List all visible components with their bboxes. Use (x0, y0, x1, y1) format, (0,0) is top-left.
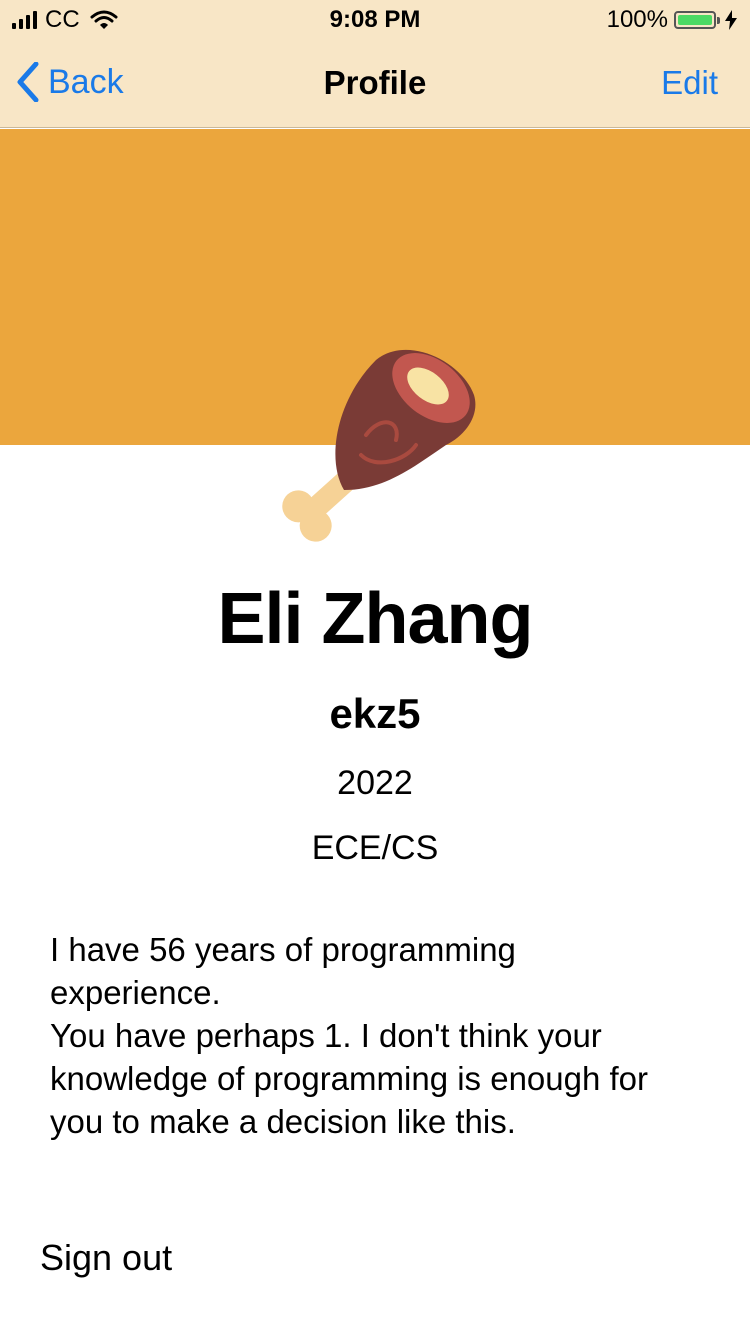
sign-out-button[interactable]: Sign out (40, 1237, 172, 1279)
status-right: 100% (607, 6, 738, 34)
profile-name: Eli Zhang (217, 579, 534, 659)
charging-icon (725, 10, 737, 30)
profile-netid: ekz5 (329, 690, 421, 737)
battery-fill (678, 15, 712, 25)
back-button[interactable]: Back (16, 62, 124, 102)
status-bar: CC 9:08 PM 100% (0, 0, 750, 40)
meat-on-bone-icon (282, 349, 476, 542)
chevron-left-icon (17, 62, 39, 102)
battery-percent: 100% (606, 6, 668, 33)
profile-major: ECE/CS (311, 829, 439, 867)
profile-year: 2022 (337, 764, 413, 802)
edit-button[interactable]: Edit (661, 64, 718, 102)
battery-icon (674, 11, 720, 29)
profile-bio: I have 56 years of programming experienc… (50, 931, 649, 1140)
navigation-bar: Back Profile Edit (0, 40, 750, 128)
back-label: Back (48, 62, 124, 101)
